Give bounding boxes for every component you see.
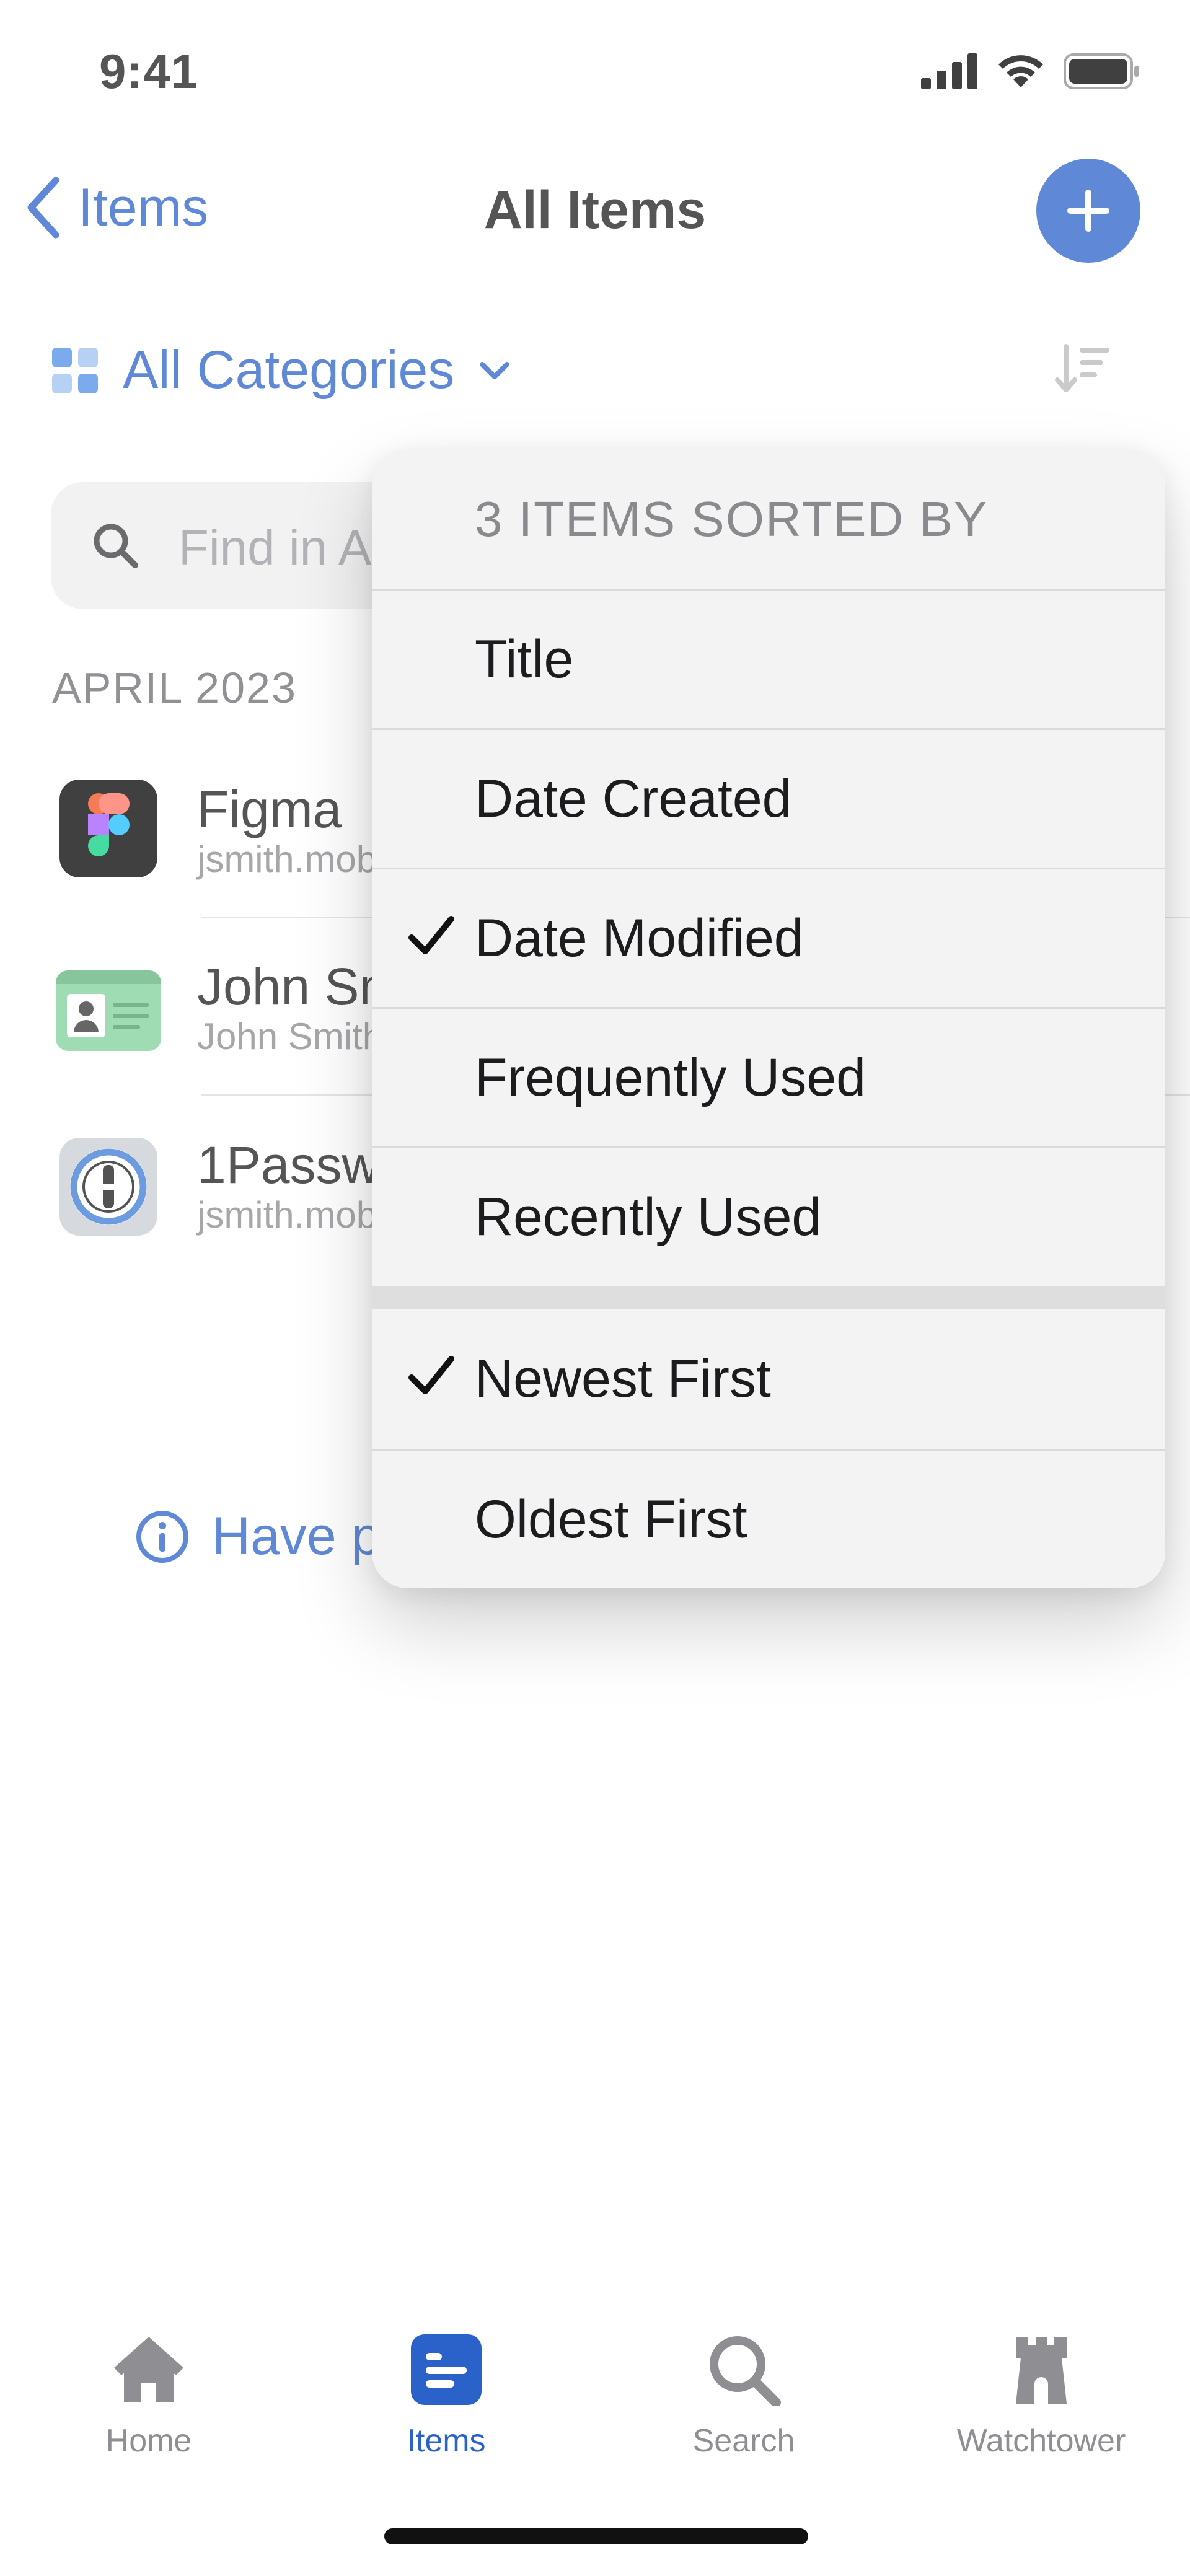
sort-option-frequently-used[interactable]: Frequently Used xyxy=(372,1007,1165,1146)
tab-watchtower[interactable]: Watchtower xyxy=(892,2333,1190,2460)
tab-items[interactable]: Items xyxy=(298,2333,595,2460)
search-icon xyxy=(710,2336,781,2406)
sort-menu: 3 ITEMS SORTED BY Title Date Created Dat… xyxy=(372,449,1165,1588)
sort-option-label: Title xyxy=(475,629,574,689)
watchtower-icon xyxy=(1016,2337,1067,2404)
sort-menu-header: 3 ITEMS SORTED BY xyxy=(475,491,989,547)
sort-option-label: Date Modified xyxy=(475,908,804,968)
tab-label: Items xyxy=(407,2423,486,2459)
sort-option-label: Date Created xyxy=(475,768,792,829)
sort-option-label: Oldest First xyxy=(475,1489,747,1549)
home-indicator xyxy=(384,2528,808,2544)
menu-section-separator xyxy=(372,1286,1165,1309)
home-icon xyxy=(114,2337,183,2402)
tab-label: Search xyxy=(692,2423,795,2459)
sort-option-label: Frequently Used xyxy=(475,1047,866,1107)
tab-home[interactable]: Home xyxy=(0,2333,298,2460)
tab-label: Home xyxy=(105,2423,192,2459)
sort-option-date-modified[interactable]: Date Modified xyxy=(372,868,1165,1007)
sort-option-recently-used[interactable]: Recently Used xyxy=(372,1146,1165,1286)
checkmark-icon xyxy=(408,1356,454,1394)
tab-search[interactable]: Search xyxy=(595,2333,892,2460)
sort-order-oldest-first[interactable]: Oldest First xyxy=(372,1449,1165,1588)
sort-order-newest-first[interactable]: Newest First xyxy=(372,1309,1165,1449)
items-icon xyxy=(411,2334,482,2405)
sort-option-label: Newest First xyxy=(475,1349,771,1409)
sort-option-date-created[interactable]: Date Created xyxy=(372,728,1165,868)
checkmark-icon xyxy=(408,916,454,954)
sort-option-title[interactable]: Title xyxy=(372,589,1165,728)
tab-label: Watchtower xyxy=(956,2423,1126,2459)
sort-option-label: Recently Used xyxy=(475,1187,822,1247)
